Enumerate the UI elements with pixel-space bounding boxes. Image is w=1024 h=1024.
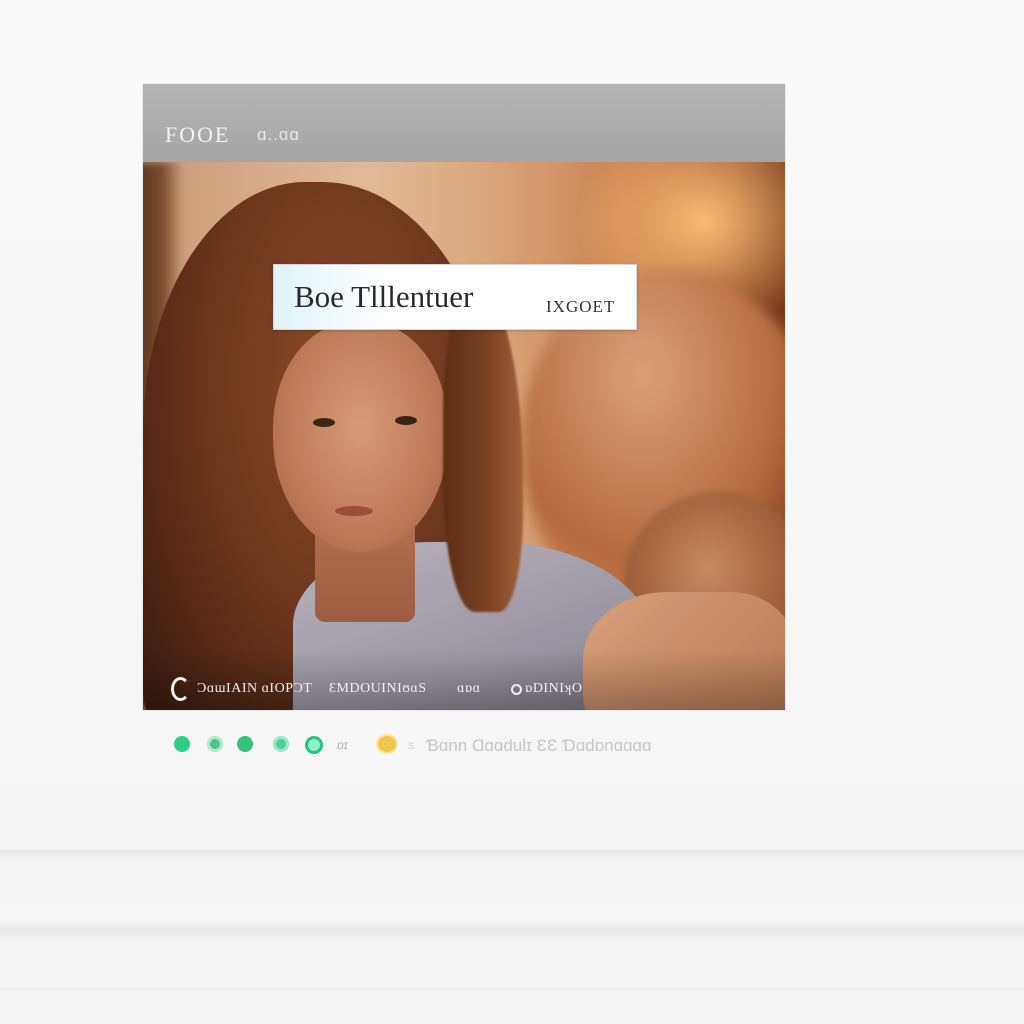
misc-label[interactable]: ɑɒɑ <box>457 681 480 697</box>
video-title-bar: FOOE ɑ..ɑɑ <box>143 84 785 162</box>
bottom-divider <box>0 988 1024 992</box>
scene-eye-right <box>395 416 417 425</box>
warning-dot-icon <box>378 736 396 752</box>
video-subtitle: ɑ..ɑɑ <box>257 125 300 144</box>
time-label: ƆɑɯIAIN ɑIOPƆT <box>197 681 313 696</box>
refresh-icon[interactable] <box>171 677 190 701</box>
video-frame[interactable]: ƆɑɯIAIN ɑIOPƆT ƐMDOUINIʊɑS ɑɒɑ ɒDINIʞO <box>143 162 785 710</box>
caption-title: Boe Tlllentuer <box>294 279 474 314</box>
bottom-shelf <box>0 850 1024 940</box>
rate-dot-icon <box>511 684 522 695</box>
video-name-label[interactable]: ƐMDOUINIʊɑS <box>329 681 427 697</box>
scene-face <box>273 322 448 552</box>
status-dot-2[interactable] <box>207 736 223 752</box>
status-dot-3[interactable] <box>237 736 253 752</box>
caption-label: Boe Tlllentuer IXGOET <box>273 264 637 330</box>
status-dot-1[interactable] <box>174 736 190 752</box>
scene-lips <box>335 506 373 516</box>
status-dot-4[interactable] <box>273 736 289 752</box>
status-separator: s <box>408 738 414 752</box>
video-controls-overlay: ƆɑɯIAIN ɑIOPƆT ƐMDOUINIʊɑS ɑɒɑ ɒDINIʞO <box>143 650 785 710</box>
status-small-label: ɒɪ <box>337 738 348 752</box>
caption-subtitle: IXGOET <box>546 297 616 316</box>
page: FOOE ɑ..ɑɑ ƆɑɯIAIN ɑIOPƆT ƐMDOUINIʊɑS ɑɒ… <box>0 0 1024 1024</box>
rate-label[interactable]: ɒDINIʞO <box>525 681 582 697</box>
video-card[interactable]: FOOE ɑ..ɑɑ ƆɑɯIAIN ɑIOPƆT ƐMDOUINIʊɑS ɑɒ… <box>143 84 785 710</box>
video-title: FOOE <box>165 122 231 147</box>
scene-eye-left <box>313 418 335 427</box>
status-text: Ɓɑnn Ɑɑɑdulɪ ƐƐ Ɗɑdɒnɑɑɑɑ <box>426 736 652 755</box>
scene-hair-strand <box>443 282 523 612</box>
status-dot-5[interactable] <box>305 736 323 754</box>
